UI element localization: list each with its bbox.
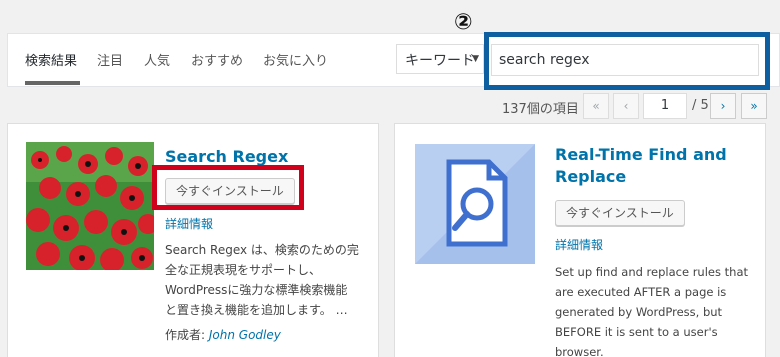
plugin-icon-search-regex [26, 142, 154, 270]
first-page-button[interactable]: « [583, 93, 609, 119]
tab-search-results[interactable]: 検索結果 [25, 50, 77, 69]
description-line: BEFORE it is sent to a user's [555, 325, 718, 339]
last-page-button[interactable]: » [741, 93, 767, 119]
install-highlight-box [152, 165, 304, 210]
plugin-card-search-regex: Search Regex 今すぐインストール 詳細情報 Search Regex… [7, 123, 379, 357]
details-link-real-time-find-replace[interactable]: 詳細情報 [555, 236, 603, 253]
plugin-author-search-regex: 作成者: John Godley [165, 326, 281, 343]
current-page-input[interactable]: 1 [643, 93, 687, 119]
search-input[interactable] [491, 44, 759, 76]
title-line: Real-Time Find and [555, 145, 727, 164]
description-line: are executed AFTER a page is [555, 285, 727, 299]
description-line: 全な正規表現をサポートし、 [165, 263, 322, 277]
tab-popular[interactable]: 人気 [144, 50, 170, 69]
tab-recommended[interactable]: おすすめ [191, 50, 243, 69]
plugin-title-real-time-find-replace[interactable]: Real-Time Find and Replace [555, 144, 727, 188]
tab-featured[interactable]: 注目 [97, 50, 123, 69]
description-line: と置き換え機能を追加します。 … [165, 303, 348, 317]
description-line: Set up find and replace rules that [555, 265, 748, 279]
search-type-value: キーワード [405, 53, 475, 69]
plugin-description-real-time-find-replace: Set up find and replace rules that are e… [555, 262, 748, 357]
plugin-description-search-regex: Search Regex は、検索のための完 全な正規表現をサポートし、 Wor… [165, 240, 359, 320]
plugin-card-real-time-find-replace: Real-Time Find and Replace 今すぐインストール 詳細情… [394, 123, 766, 357]
author-label: 作成者: [165, 328, 206, 342]
total-pages: / 5 [692, 98, 709, 113]
description-line: browser. [555, 345, 604, 357]
active-tab-indicator [25, 81, 80, 85]
search-type-select[interactable]: キーワード ▼ [396, 44, 484, 74]
annotation-2: ② [454, 10, 473, 35]
items-count: 137個の項目 [502, 102, 579, 117]
description-line: Search Regex は、検索のための完 [165, 243, 359, 257]
details-link-search-regex[interactable]: 詳細情報 [165, 215, 213, 232]
next-page-button[interactable]: › [710, 93, 736, 119]
prev-page-button[interactable]: ‹ [613, 93, 639, 119]
description-line: generated by WordPress, but [555, 305, 723, 319]
title-line: Replace [555, 167, 627, 186]
plugin-icon-document-search [415, 144, 535, 264]
description-line: WordPressに強力な標準検索機能 [165, 283, 348, 297]
install-button-real-time-find-replace[interactable]: 今すぐインストール [555, 200, 685, 226]
tab-favorites[interactable]: お気に入り [263, 50, 328, 69]
author-link[interactable]: John Godley [209, 328, 281, 342]
chevron-down-icon: ▼ [472, 54, 479, 64]
